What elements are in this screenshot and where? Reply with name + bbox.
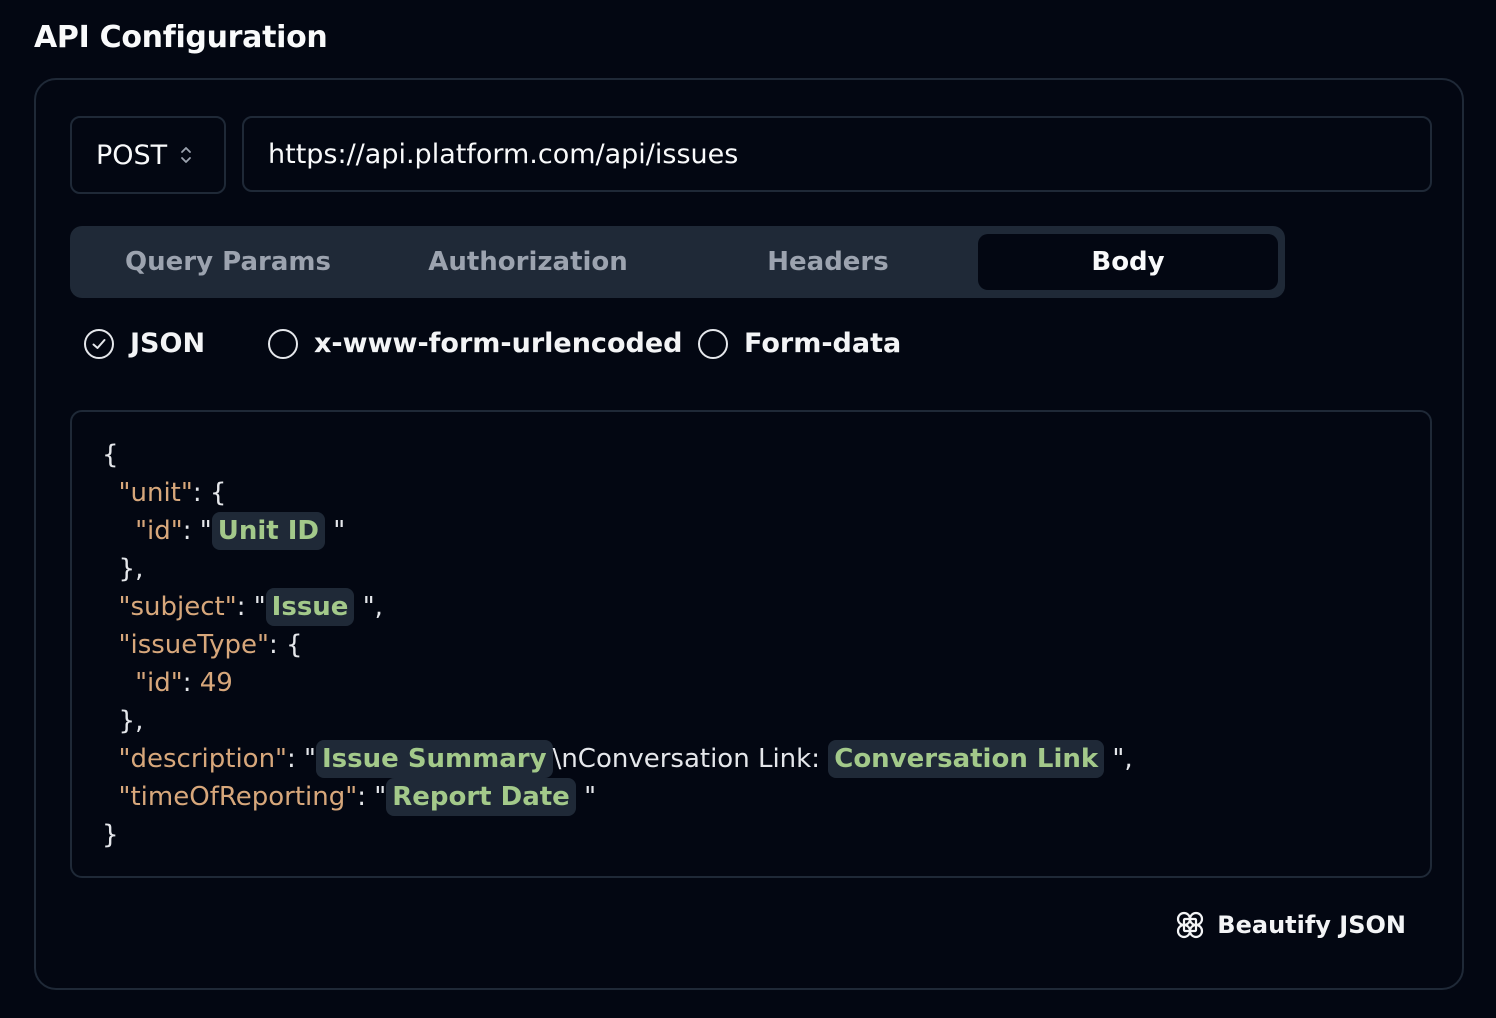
json-key: "issueType" [118, 630, 269, 660]
radio-form-data-label: Form-data [744, 328, 902, 359]
json-number: 49 [199, 668, 233, 698]
radio-json-label: JSON [130, 328, 206, 359]
url-input[interactable]: https://api.platform.com/api/issues [242, 116, 1432, 192]
beautify-json-label: Beautify JSON [1217, 911, 1406, 939]
chevron-up-down-icon [179, 144, 193, 166]
json-string-literal: \nConversation Link: [552, 744, 829, 774]
radio-form-data[interactable]: Form-data [698, 328, 901, 359]
code-line: }, [102, 554, 144, 584]
code-line: "id": " Unit ID " [102, 512, 1400, 550]
code-line: }, [102, 706, 144, 736]
radio-circle-icon [268, 328, 298, 359]
radio-json[interactable]: JSON [84, 328, 205, 359]
code-line: "subject": " Issue ", [102, 588, 1400, 626]
json-key: "unit" [118, 478, 193, 508]
url-value: https://api.platform.com/api/issues [268, 138, 739, 170]
radio-urlencoded[interactable]: x-www-form-urlencoded [268, 328, 682, 359]
radio-circle-icon [698, 328, 728, 359]
variable-placeholder[interactable]: Issue Summary [316, 740, 553, 778]
beautify-json-button[interactable]: Beautify JSON [1173, 908, 1406, 942]
json-key: "timeOfReporting" [118, 782, 358, 812]
tab-body[interactable]: Body [978, 234, 1278, 290]
json-key: "id" [135, 668, 183, 698]
code-line: "description": " Issue Summary \nConversat… [102, 740, 1400, 778]
variable-placeholder[interactable]: Unit ID [211, 512, 325, 550]
code-line: } [102, 820, 119, 850]
check-circle-icon [84, 328, 114, 359]
code-line: { [102, 440, 119, 470]
code-line: "issueType": { [118, 630, 303, 660]
method-value: POST [96, 139, 168, 171]
code-line: "timeOfReporting": " Report Date " [102, 778, 1400, 816]
variable-placeholder[interactable]: Conversation Link [828, 740, 1105, 778]
variable-placeholder[interactable]: Report Date [386, 778, 576, 816]
radio-urlencoded-label: x-www-form-urlencoded [314, 328, 683, 359]
code-line: "unit": { [118, 478, 227, 508]
json-body-editor[interactable]: { "unit": { "id": " Unit ID " }, "subject… [70, 410, 1432, 878]
code-line: "id": 49 [135, 668, 233, 698]
tab-query-params[interactable]: Query Params [78, 234, 378, 290]
json-key: "description" [118, 744, 288, 774]
json-key: "id" [135, 516, 183, 546]
tab-authorization[interactable]: Authorization [378, 234, 678, 290]
variable-placeholder[interactable]: Issue [265, 588, 355, 626]
method-select[interactable]: POST [70, 116, 226, 194]
clover-icon [1173, 908, 1207, 942]
tab-headers[interactable]: Headers [678, 234, 978, 290]
json-key: "subject" [118, 592, 237, 622]
request-tabs: Query Params Authorization Headers Body [70, 226, 1285, 298]
api-config-panel: POST https://api.platform.com/api/issues… [34, 78, 1464, 990]
page-title: API Configuration [34, 20, 328, 55]
